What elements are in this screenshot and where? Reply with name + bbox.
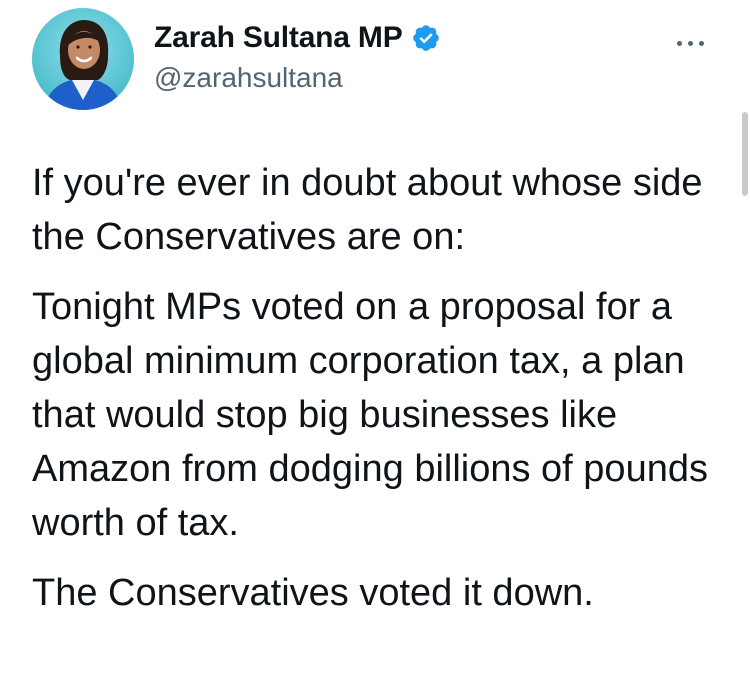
- user-handle[interactable]: @zarahsultana: [154, 62, 441, 94]
- tweet-text: If you're ever in doubt about whose side…: [32, 156, 732, 636]
- author-names: Zarah Sultana MP @zarahsultana: [154, 18, 441, 94]
- verified-badge-icon: [411, 23, 441, 53]
- avatar[interactable]: [32, 8, 134, 110]
- display-name[interactable]: Zarah Sultana MP: [154, 21, 403, 55]
- scrollbar[interactable]: [742, 112, 748, 196]
- avatar-image: [32, 8, 134, 110]
- tweet-header: Zarah Sultana MP @zarahsultana: [32, 8, 732, 112]
- tweet-paragraph: Tonight MPs voted on a proposal for a gl…: [32, 286, 708, 544]
- more-options-icon[interactable]: [666, 28, 714, 58]
- display-name-row: Zarah Sultana MP: [154, 18, 441, 58]
- tweet-paragraph: The Conservatives voted it down.: [32, 572, 594, 614]
- tweet: Zarah Sultana MP @zarahsultana If you're…: [0, 0, 750, 689]
- tweet-paragraph: If you're ever in doubt about whose side…: [32, 162, 703, 258]
